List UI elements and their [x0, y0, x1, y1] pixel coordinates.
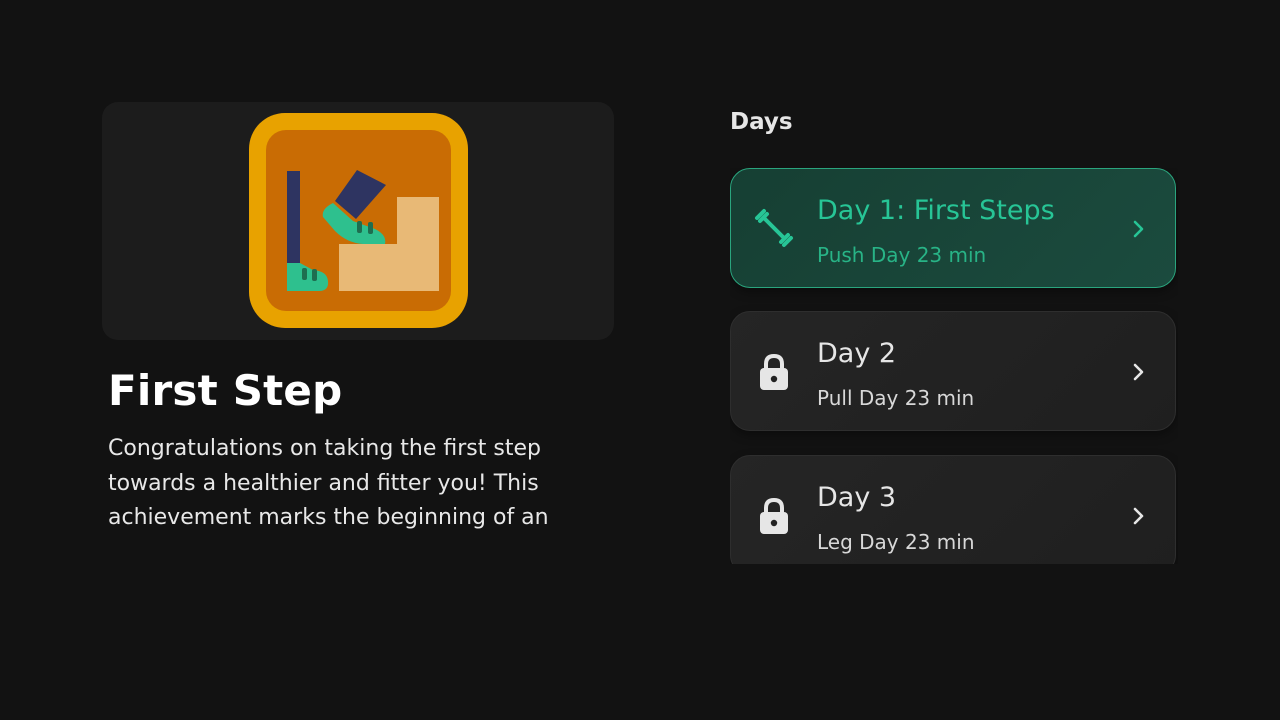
day-subtitle: Pull Day 23 min: [817, 386, 975, 410]
day-card-1[interactable]: Day 1: First Steps Push Day 23 min: [730, 168, 1176, 288]
lock-icon: [760, 497, 788, 534]
day-subtitle: Push Day 23 min: [817, 243, 987, 267]
day-title: Day 3: [817, 482, 897, 513]
foot-on-step-badge-icon: [249, 113, 468, 328]
achievement-title: First Step: [108, 366, 343, 415]
dumbbell-icon: [755, 209, 793, 247]
day-title: Day 1: First Steps: [817, 195, 1055, 226]
day-card-2[interactable]: Day 2 Pull Day 23 min: [730, 311, 1176, 431]
lock-icon: [760, 353, 788, 390]
chevron-right-icon: [1133, 507, 1144, 525]
chevron-right-icon: [1133, 363, 1144, 381]
days-header: Days: [730, 109, 793, 135]
days-list[interactable]: Day 1: First Steps Push Day 23 min Day 2…: [730, 168, 1178, 564]
day-subtitle: Leg Day 23 min: [817, 530, 975, 554]
day-card-3[interactable]: Day 3 Leg Day 23 min: [730, 455, 1176, 564]
achievement-description: Congratulations on taking the first step…: [108, 436, 549, 530]
chevron-right-icon: [1133, 220, 1144, 238]
achievement-badge-card: [102, 102, 614, 340]
day-title: Day 2: [817, 338, 897, 369]
